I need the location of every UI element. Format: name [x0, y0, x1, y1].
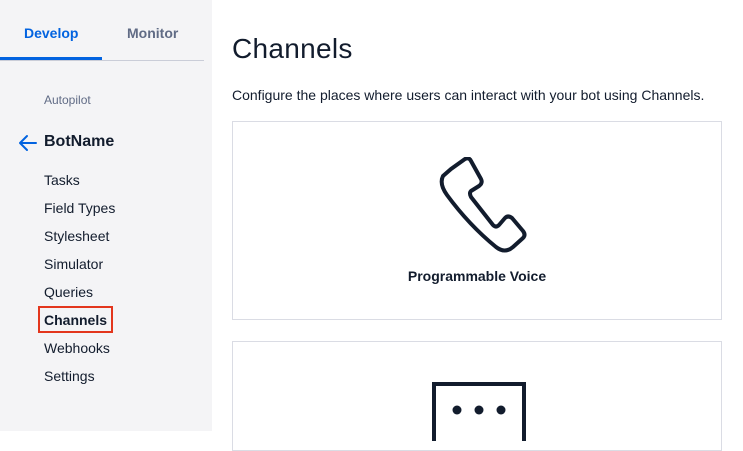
back-arrow-icon[interactable] — [18, 134, 38, 152]
sidebar-item-settings[interactable]: Settings — [44, 367, 115, 395]
sidebar: Develop Monitor Autopilot BotName Tasks … — [0, 0, 212, 431]
sidebar-item-webhooks[interactable]: Webhooks — [44, 339, 115, 367]
main-content: Channels Configure the places where user… — [232, 0, 743, 451]
page-title: Channels — [232, 33, 353, 64]
bot-name: BotName — [44, 133, 115, 150]
sidebar-nav: Tasks Field Types Stylesheet Simulator Q… — [44, 171, 115, 395]
active-tab-indicator — [0, 57, 102, 60]
sidebar-item-simulator[interactable]: Simulator — [44, 255, 115, 283]
chat-icon — [432, 382, 526, 441]
card-label: Programmable Voice — [407, 268, 547, 284]
sidebar-item-field-types[interactable]: Field Types — [44, 199, 115, 227]
chat-channel-card[interactable] — [232, 341, 722, 451]
tab-monitor[interactable]: Monitor — [127, 25, 178, 41]
sidebar-item-stylesheet[interactable]: Stylesheet — [44, 227, 115, 255]
channels-highlight-box — [38, 306, 113, 333]
section-label: Autopilot — [44, 93, 91, 107]
sidebar-tabs: Develop Monitor — [0, 0, 204, 61]
page-description: Configure the places where users can int… — [232, 87, 705, 103]
programmable-voice-card[interactable]: Programmable Voice — [232, 121, 722, 320]
tab-develop[interactable]: Develop — [24, 25, 78, 41]
sidebar-item-tasks[interactable]: Tasks — [44, 171, 115, 199]
phone-icon — [439, 157, 527, 253]
